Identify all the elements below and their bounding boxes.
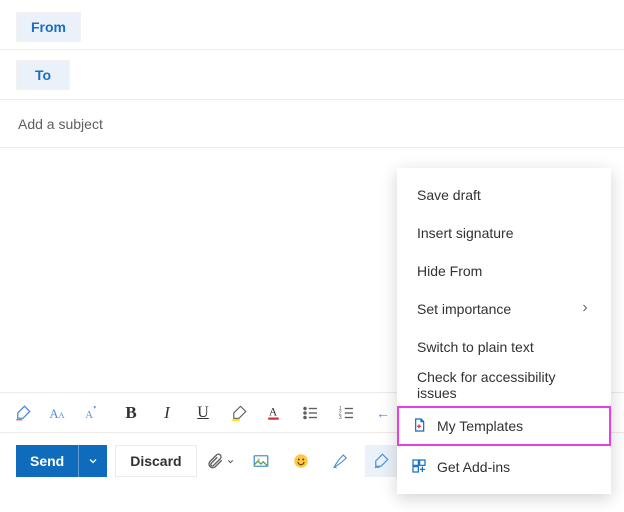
menu-insert-signature[interactable]: Insert signature — [397, 214, 611, 252]
menu-save-draft[interactable]: Save draft — [397, 176, 611, 214]
from-row: From — [0, 0, 624, 50]
svg-text:A: A — [58, 409, 65, 419]
svg-text:▾: ▾ — [93, 405, 96, 411]
menu-my-templates[interactable]: My Templates — [397, 406, 611, 446]
italic-icon[interactable]: I — [152, 398, 182, 428]
menu-accessibility-check[interactable]: Check for accessibility issues — [397, 366, 611, 404]
menu-set-importance[interactable]: Set importance — [397, 290, 611, 328]
inking-button[interactable] — [325, 445, 357, 477]
menu-switch-plain-text[interactable]: Switch to plain text — [397, 328, 611, 366]
subject-input[interactable] — [16, 115, 608, 133]
menu-get-addins[interactable]: Get Add-ins — [397, 448, 611, 486]
from-button[interactable]: From — [16, 12, 81, 42]
menu-set-importance-label: Set importance — [417, 301, 511, 317]
chevron-right-icon — [579, 301, 591, 317]
subject-row — [0, 100, 624, 148]
show-formatting-button[interactable] — [365, 445, 397, 477]
svg-text:A: A — [85, 409, 93, 420]
font-size-up-icon[interactable]: AA — [44, 398, 74, 428]
format-painter-icon[interactable] — [8, 398, 38, 428]
svg-text:3: 3 — [339, 415, 342, 421]
underline-icon[interactable]: U — [188, 398, 218, 428]
to-button[interactable]: To — [16, 60, 70, 90]
menu-my-templates-label: My Templates — [437, 418, 523, 434]
more-actions-menu: Save draft Insert signature Hide From Se… — [397, 168, 611, 494]
emoji-button[interactable] — [285, 445, 317, 477]
highlight-icon[interactable] — [224, 398, 254, 428]
bullets-icon[interactable] — [296, 398, 326, 428]
addins-icon — [411, 458, 427, 477]
to-row: To — [0, 50, 624, 100]
font-color-icon[interactable]: A — [260, 398, 290, 428]
send-button[interactable]: Send — [16, 445, 107, 477]
menu-hide-from[interactable]: Hide From — [397, 252, 611, 290]
templates-icon — [411, 417, 427, 436]
font-size-down-icon[interactable]: A▾ — [80, 398, 110, 428]
bold-icon[interactable]: B — [116, 398, 146, 428]
menu-get-addins-label: Get Add-ins — [437, 459, 510, 475]
svg-text:A: A — [269, 406, 278, 418]
send-chevron-icon[interactable] — [79, 455, 107, 467]
attach-file-button[interactable] — [205, 445, 237, 477]
insert-picture-button[interactable] — [245, 445, 277, 477]
discard-button[interactable]: Discard — [115, 445, 196, 477]
send-label: Send — [16, 453, 78, 469]
more-format-icon[interactable]: ← — [368, 398, 398, 428]
numbering-icon[interactable]: 123 — [332, 398, 362, 428]
